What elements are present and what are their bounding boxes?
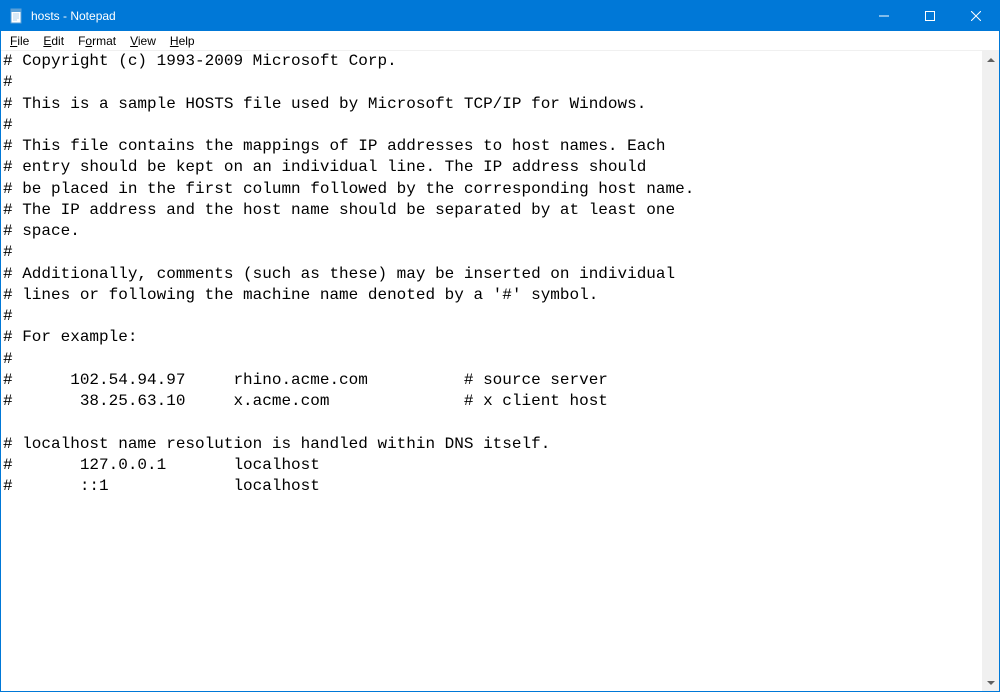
notepad-icon — [9, 8, 25, 24]
scroll-down-arrow[interactable] — [982, 674, 999, 691]
scroll-up-arrow[interactable] — [982, 51, 999, 68]
window-controls — [861, 1, 999, 31]
text-editor[interactable]: # Copyright (c) 1993-2009 Microsoft Corp… — [1, 51, 982, 691]
maximize-button[interactable] — [907, 1, 953, 31]
menu-file[interactable]: File — [3, 33, 36, 49]
menu-help-rest: elp — [179, 34, 195, 48]
content-area: # Copyright (c) 1993-2009 Microsoft Corp… — [1, 51, 999, 691]
close-button[interactable] — [953, 1, 999, 31]
menubar: File Edit Format View Help — [1, 31, 999, 51]
menu-view[interactable]: View — [123, 33, 163, 49]
menu-view-rest: iew — [138, 34, 156, 48]
menu-help[interactable]: Help — [163, 33, 202, 49]
window-title: hosts - Notepad — [31, 9, 861, 23]
menu-edit-rest: dit — [51, 34, 64, 48]
vertical-scrollbar[interactable] — [982, 51, 999, 691]
menu-format[interactable]: Format — [71, 33, 123, 49]
menu-edit[interactable]: Edit — [36, 33, 71, 49]
titlebar: hosts - Notepad — [1, 1, 999, 31]
minimize-button[interactable] — [861, 1, 907, 31]
menu-format-rest: rmat — [92, 34, 116, 48]
menu-file-rest: ile — [17, 34, 29, 48]
